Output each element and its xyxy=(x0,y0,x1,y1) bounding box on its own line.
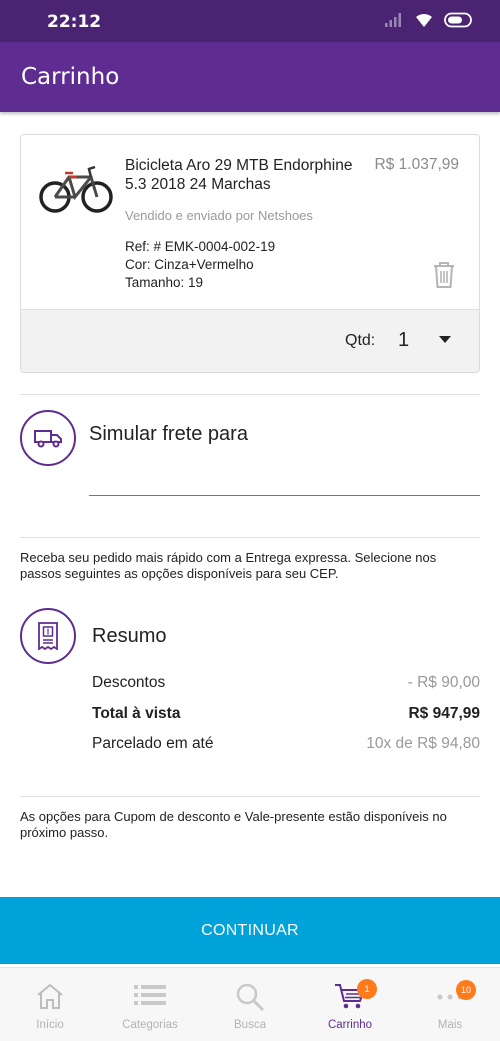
quantity-label: Qtd: xyxy=(345,332,376,349)
wifi-icon xyxy=(416,13,432,27)
divider xyxy=(20,394,480,395)
trash-icon[interactable] xyxy=(432,261,456,289)
status-bar: 22:12 xyxy=(0,0,500,42)
receipt-icon-circle xyxy=(20,608,76,664)
seller-text: Vendido e enviado por Netshoes xyxy=(125,208,313,223)
shipping-title: Simular frete para xyxy=(89,423,248,445)
product-color: Cor: Cinza+Vermelho xyxy=(125,257,254,272)
tab-label: Busca xyxy=(234,1019,266,1031)
notification-badge: 10 xyxy=(456,980,476,1000)
tab-categorias[interactable]: Categorias xyxy=(100,968,200,1041)
summary-value: 10x de R$ 94,80 xyxy=(366,735,480,752)
tab-label: Início xyxy=(36,1019,64,1031)
page-title: Carrinho xyxy=(21,64,120,90)
divider xyxy=(20,796,480,797)
product-price: R$ 1.037,99 xyxy=(374,156,459,173)
tab-busca[interactable]: Busca xyxy=(200,968,300,1041)
cep-input[interactable] xyxy=(89,468,480,496)
list-icon xyxy=(134,985,166,1005)
summary-title: Resumo xyxy=(92,625,167,647)
dropdown-arrow-icon[interactable] xyxy=(439,336,451,343)
tab-label: Carrinho xyxy=(327,1019,373,1031)
quantity-select[interactable]: 1 xyxy=(398,329,409,352)
receipt-icon xyxy=(38,622,58,650)
divider xyxy=(20,537,480,538)
summary-label: Parcelado em até xyxy=(92,735,214,752)
summary-label: Descontos xyxy=(92,674,166,691)
continue-button[interactable]: CONTINUAR xyxy=(0,897,500,964)
truck-icon-circle xyxy=(20,410,76,466)
status-icons xyxy=(384,12,474,28)
bottom-tab-bar: Início Categorias Busca 1 Carrinho 10 Ma… xyxy=(0,967,500,1041)
tab-mais[interactable]: 10 Mais xyxy=(400,968,500,1041)
summary-value: - R$ 90,00 xyxy=(407,674,480,691)
battery-icon xyxy=(444,12,472,28)
tab-carrinho[interactable]: 1 Carrinho xyxy=(300,968,400,1041)
home-icon xyxy=(37,983,63,1009)
tab-label: Categorias xyxy=(122,1019,178,1031)
cart-item-card: Bicicleta Aro 29 MTB Endorphine 5.3 2018… xyxy=(20,134,480,373)
tab-label: Mais xyxy=(437,1019,463,1031)
app-bar: Carrinho xyxy=(0,42,500,112)
search-icon xyxy=(236,983,265,1012)
signal-icon xyxy=(385,13,401,27)
coupon-note: As opções para Cupom de desconto e Vale-… xyxy=(20,809,447,840)
summary-label: Total à vista xyxy=(92,705,181,722)
status-time: 22:12 xyxy=(47,12,102,32)
truck-icon xyxy=(34,430,62,448)
cart-count-badge: 1 xyxy=(357,979,377,999)
quantity-bar: Qtd: 1 xyxy=(21,309,479,372)
summary-value: R$ 947,99 xyxy=(408,705,480,722)
product-details: Ref: # EMK-0004-002-19 Cor: Cinza+Vermel… xyxy=(125,238,275,292)
product-image[interactable] xyxy=(39,157,113,217)
shipping-note: Receba seu pedido mais rápido com a Entr… xyxy=(20,550,437,581)
product-name[interactable]: Bicicleta Aro 29 MTB Endorphine 5.3 2018… xyxy=(125,156,365,194)
product-size: Tamanho: 19 xyxy=(125,275,204,290)
product-ref: Ref: # EMK-0004-002-19 xyxy=(125,239,276,254)
tab-inicio[interactable]: Início xyxy=(0,968,100,1041)
